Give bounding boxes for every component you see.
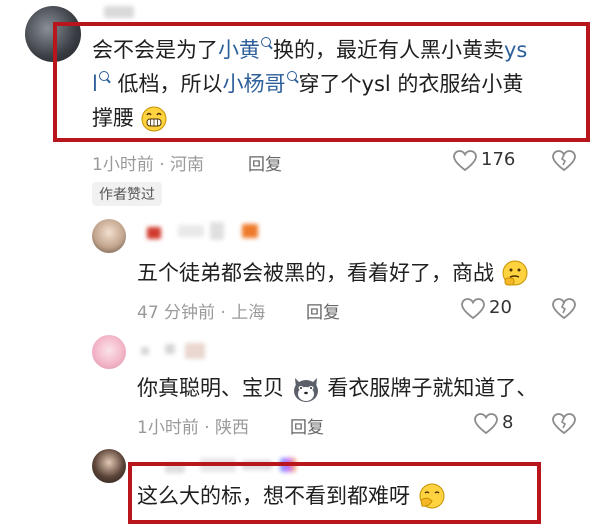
reply-button[interactable]: 回复 bbox=[248, 150, 282, 175]
search-icon bbox=[261, 37, 271, 47]
covering-mouth-emoji-icon bbox=[419, 483, 445, 509]
like-count: 8 bbox=[502, 412, 514, 433]
broken-heart-icon[interactable] bbox=[552, 298, 576, 320]
reply-button[interactable]: 回复 bbox=[290, 413, 324, 438]
search-link[interactable]: l bbox=[92, 72, 98, 96]
username-redacted bbox=[242, 224, 258, 238]
heart-outline-icon[interactable] bbox=[474, 413, 498, 435]
comment-meta: 1小时前 · 河南 bbox=[92, 155, 205, 175]
avatar[interactable] bbox=[92, 335, 126, 369]
reply-meta: 1小时前 · 陕西 bbox=[137, 418, 250, 438]
username-redacted bbox=[147, 227, 161, 239]
username-redacted bbox=[165, 344, 175, 354]
search-link[interactable]: 小黄 bbox=[218, 38, 260, 62]
comment-text: 会不会是为了小黄 换的，最近有人黑小黄卖ys l 低档，所以小杨哥 穿了个ysl 的衣… bbox=[92, 37, 528, 132]
username-redacted bbox=[210, 222, 224, 240]
like-count: 176 bbox=[481, 149, 516, 170]
username-redacted bbox=[178, 225, 204, 237]
broken-heart-icon[interactable] bbox=[552, 413, 576, 435]
search-link[interactable]: ys bbox=[504, 38, 527, 62]
username-redacted bbox=[104, 6, 134, 18]
heart-outline-icon[interactable] bbox=[461, 298, 485, 320]
reply-text: 五个徒弟都会被黑的，看着好了，商战 bbox=[137, 256, 529, 290]
username-redacted bbox=[141, 347, 149, 355]
reply-meta: 47 分钟前 · 上海 bbox=[137, 303, 266, 323]
broken-heart-icon[interactable] bbox=[552, 150, 576, 172]
username-redacted bbox=[185, 343, 205, 359]
thinking-emoji-icon bbox=[502, 260, 528, 286]
grin-emoji-icon bbox=[141, 106, 167, 132]
like-count: 20 bbox=[489, 297, 512, 318]
reply-text: 你真聪明、宝贝 看衣服牌子就知道了、 bbox=[137, 371, 537, 405]
avatar[interactable] bbox=[92, 449, 126, 483]
reply-text: 这么大的标，想不看到都难呀 bbox=[137, 479, 447, 513]
search-link[interactable]: 小杨哥 bbox=[223, 72, 286, 96]
author-liked-badge: 作者赞过 bbox=[92, 182, 162, 206]
search-icon bbox=[286, 71, 297, 81]
search-icon bbox=[98, 71, 109, 81]
reply-button[interactable]: 回复 bbox=[306, 298, 340, 323]
avatar[interactable] bbox=[92, 219, 126, 253]
heart-outline-icon[interactable] bbox=[453, 150, 477, 172]
husky-emoji-icon bbox=[293, 378, 318, 402]
